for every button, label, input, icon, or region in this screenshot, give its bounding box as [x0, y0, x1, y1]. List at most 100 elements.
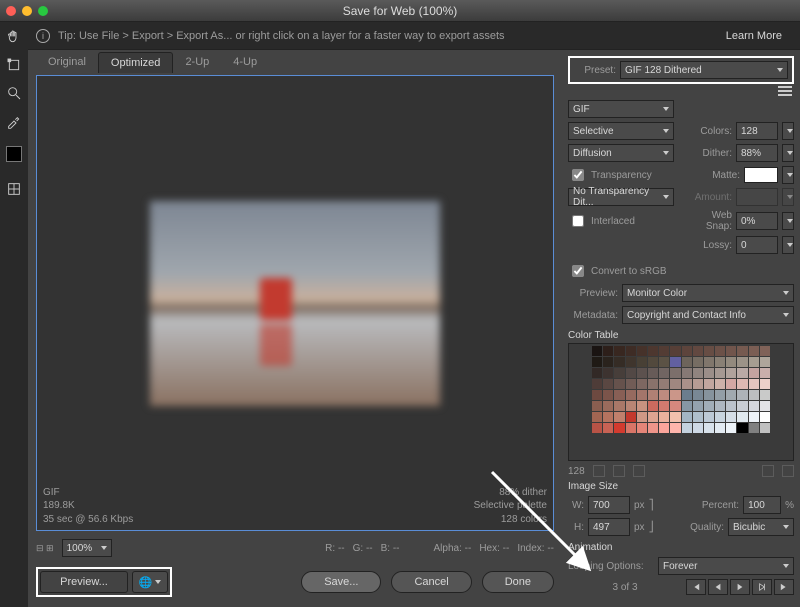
color-swatch[interactable]: [715, 390, 725, 400]
color-swatch[interactable]: [726, 412, 736, 422]
color-swatch[interactable]: [715, 412, 725, 422]
color-swatch[interactable]: [737, 357, 747, 367]
color-swatch[interactable]: [693, 357, 703, 367]
color-swatch[interactable]: [637, 368, 647, 378]
color-table[interactable]: [568, 343, 794, 461]
color-swatch[interactable]: [659, 379, 669, 389]
zoom-select[interactable]: 100%: [62, 539, 112, 557]
color-swatch[interactable]: [614, 368, 624, 378]
color-swatch[interactable]: [693, 379, 703, 389]
color-swatch[interactable]: [737, 346, 747, 356]
color-swatch[interactable]: [626, 412, 636, 422]
dither-method-select[interactable]: Diffusion: [568, 144, 674, 162]
color-swatch[interactable]: [603, 368, 613, 378]
done-button[interactable]: Done: [482, 571, 554, 593]
color-swatch[interactable]: [603, 346, 613, 356]
color-swatch[interactable]: [749, 346, 759, 356]
color-swatch[interactable]: [614, 390, 624, 400]
color-swatch[interactable]: [726, 390, 736, 400]
color-swatch[interactable]: [637, 346, 647, 356]
color-swatch[interactable]: [603, 357, 613, 367]
color-swatch[interactable]: [737, 368, 747, 378]
color-swatch[interactable]: [749, 412, 759, 422]
color-swatch[interactable]: [614, 412, 624, 422]
color-swatch[interactable]: [693, 346, 703, 356]
eyedropper-color-swatch[interactable]: [6, 146, 22, 162]
color-swatch[interactable]: [760, 412, 770, 422]
color-swatch[interactable]: [760, 401, 770, 411]
color-swatch[interactable]: [659, 346, 669, 356]
color-swatch[interactable]: [737, 390, 747, 400]
color-swatch[interactable]: [726, 423, 736, 433]
color-swatch[interactable]: [682, 368, 692, 378]
color-swatch[interactable]: [626, 368, 636, 378]
color-swatch[interactable]: [693, 368, 703, 378]
zoom-tool-icon[interactable]: [5, 84, 23, 102]
prev-frame-button[interactable]: [708, 579, 728, 595]
color-swatch[interactable]: [682, 412, 692, 422]
matte-select[interactable]: [782, 166, 794, 184]
color-swatch[interactable]: [760, 390, 770, 400]
color-swatch[interactable]: [648, 390, 658, 400]
play-button[interactable]: [730, 579, 750, 595]
color-swatch[interactable]: [715, 423, 725, 433]
color-swatch[interactable]: [704, 346, 714, 356]
quality-select[interactable]: Bicubic: [728, 518, 794, 536]
color-swatch[interactable]: [715, 379, 725, 389]
color-swatch[interactable]: [670, 412, 680, 422]
width-field[interactable]: 700: [588, 496, 630, 514]
websnap-field[interactable]: 0%: [736, 212, 778, 230]
color-swatch[interactable]: [749, 423, 759, 433]
color-swatch[interactable]: [648, 357, 658, 367]
percent-field[interactable]: 100: [743, 496, 781, 514]
color-swatch[interactable]: [637, 390, 647, 400]
color-swatch[interactable]: [626, 346, 636, 356]
format-select[interactable]: GIF: [568, 100, 674, 118]
next-frame-button[interactable]: [752, 579, 772, 595]
learn-more-link[interactable]: Learn More: [716, 26, 792, 46]
color-swatch[interactable]: [626, 357, 636, 367]
color-swatch[interactable]: [737, 423, 747, 433]
color-swatch[interactable]: [592, 346, 602, 356]
color-swatch[interactable]: [659, 423, 669, 433]
height-field[interactable]: 497: [588, 518, 630, 536]
color-swatch[interactable]: [614, 346, 624, 356]
color-swatch[interactable]: [648, 401, 658, 411]
color-swatch[interactable]: [637, 357, 647, 367]
color-swatch[interactable]: [704, 357, 714, 367]
color-swatch[interactable]: [659, 401, 669, 411]
color-swatch[interactable]: [704, 390, 714, 400]
color-swatch[interactable]: [704, 368, 714, 378]
color-swatch[interactable]: [659, 390, 669, 400]
color-swatch[interactable]: [749, 379, 759, 389]
color-swatch[interactable]: [637, 412, 647, 422]
color-swatch[interactable]: [737, 401, 747, 411]
color-swatch[interactable]: [603, 412, 613, 422]
color-swatch[interactable]: [614, 379, 624, 389]
color-swatch[interactable]: [614, 423, 624, 433]
colors-field[interactable]: 128: [736, 122, 778, 140]
preview-profile-select[interactable]: Monitor Color: [622, 284, 794, 302]
color-swatch[interactable]: [614, 357, 624, 367]
color-swatch[interactable]: [682, 390, 692, 400]
color-swatch[interactable]: [670, 379, 680, 389]
color-swatch[interactable]: [682, 423, 692, 433]
color-swatch[interactable]: [648, 423, 658, 433]
color-swatch[interactable]: [726, 357, 736, 367]
color-swatch[interactable]: [659, 357, 669, 367]
color-swatch[interactable]: [670, 357, 680, 367]
color-swatch[interactable]: [670, 390, 680, 400]
color-swatch[interactable]: [693, 412, 703, 422]
color-swatch[interactable]: [603, 379, 613, 389]
color-swatch[interactable]: [614, 401, 624, 411]
color-swatch[interactable]: [749, 390, 759, 400]
color-swatch[interactable]: [670, 368, 680, 378]
toggle-slices-icon[interactable]: [5, 180, 23, 198]
color-swatch[interactable]: [626, 423, 636, 433]
color-swatch[interactable]: [648, 368, 658, 378]
color-swatch[interactable]: [626, 379, 636, 389]
color-swatch[interactable]: [670, 423, 680, 433]
hand-tool-icon[interactable]: [5, 28, 23, 46]
colors-stepper[interactable]: [782, 122, 794, 140]
tab-4up[interactable]: 4-Up: [221, 52, 269, 73]
